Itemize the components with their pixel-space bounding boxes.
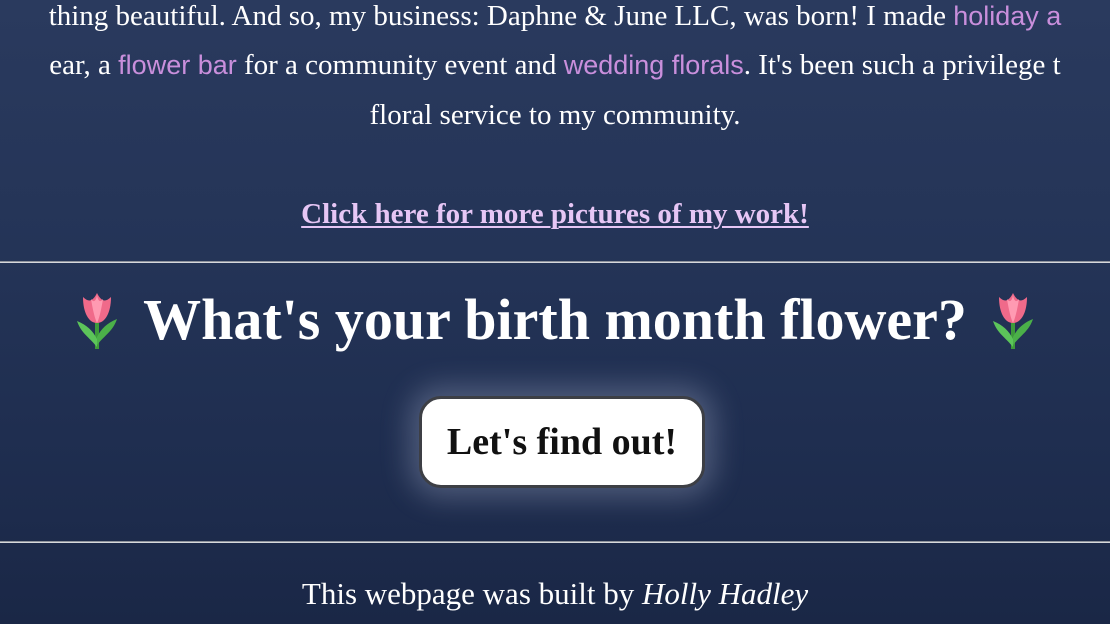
footer-credit: This webpage was built by Holly Hadley [0,576,1110,612]
story-text: thing beautiful. And so, my business: Da… [48,0,954,32]
flower-bar-link[interactable]: flower bar [118,50,237,80]
section-divider [0,261,1110,263]
find-out-button[interactable]: Let's find out! [419,396,705,488]
wedding-florals-link[interactable]: wedding florals [564,50,744,80]
section-divider [0,541,1110,543]
story-text: for a community event and [236,49,564,81]
holiday-link[interactable]: holiday a [953,1,1061,31]
story-paragraph-line: floral service to my community. [369,99,741,131]
quiz-heading-text: What's your birth month flower? [143,287,967,352]
story-text: . It's been such a privilege t [743,49,1061,81]
story-text: ear, a [49,49,119,81]
footer-prefix: This webpage was built by [301,576,642,611]
story-section: thing beautiful. And so, my business: Da… [0,0,1110,262]
story-paragraph-line: thing beautiful. And so, my business: Da… [49,0,1062,32]
tulip-icon [77,293,118,349]
tulip-icon [992,293,1033,349]
quiz-heading: What's your birth month flower? [0,284,1110,356]
footer-author: Holly Hadley [641,576,809,611]
story-paragraph-line: ear, a flower bar for a community event … [49,49,1060,81]
more-pictures-link[interactable]: Click here for more pictures of my work! [301,198,809,231]
